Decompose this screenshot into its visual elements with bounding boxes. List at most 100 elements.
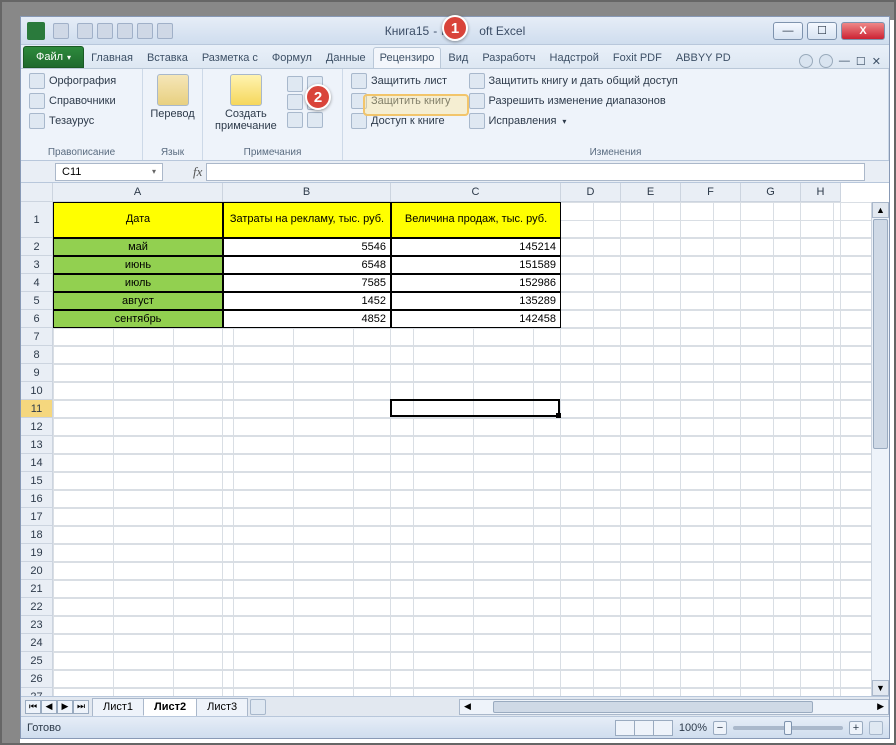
ribbon-options-icon[interactable] (819, 54, 833, 68)
cell-C3[interactable]: 151589 (391, 256, 561, 274)
view-layout-icon[interactable] (634, 720, 654, 736)
row-header-22[interactable]: 22 (21, 598, 52, 616)
row-header-24[interactable]: 24 (21, 634, 52, 652)
mdi-close-icon[interactable]: ✕ (872, 55, 881, 68)
col-header-A[interactable]: A (53, 183, 223, 201)
share-workbook-button[interactable]: Доступ к книге (349, 112, 453, 130)
tab-разметка с[interactable]: Разметка с (195, 47, 265, 68)
col-header-G[interactable]: G (741, 183, 801, 201)
undo-icon[interactable] (97, 23, 113, 39)
sheet-tab-Лист2[interactable]: Лист2 (143, 698, 197, 716)
tab-вставка[interactable]: Вставка (140, 47, 195, 68)
spelling-button[interactable]: Орфография (27, 72, 136, 90)
minimize-button[interactable]: — (773, 22, 803, 40)
row-header-13[interactable]: 13 (21, 436, 52, 454)
hscroll-thumb[interactable] (493, 701, 813, 713)
references-button[interactable]: Справочники (27, 92, 136, 110)
fx-label[interactable]: fx (189, 164, 206, 180)
vscroll-thumb[interactable] (873, 219, 888, 449)
hscroll-right-icon[interactable]: ▶ (873, 701, 888, 712)
row-header-1[interactable]: 1 (21, 202, 52, 238)
scroll-up-icon[interactable]: ▲ (872, 202, 889, 218)
row-header-14[interactable]: 14 (21, 454, 52, 472)
tab-рецензиро[interactable]: Рецензиро (373, 47, 442, 68)
new-sheet-icon[interactable] (250, 699, 266, 715)
mdi-min-icon[interactable]: — (839, 55, 850, 67)
row-header-10[interactable]: 10 (21, 382, 52, 400)
cell-B3[interactable]: 6548 (223, 256, 391, 274)
tab-надстрой[interactable]: Надстрой (543, 47, 606, 68)
redo-icon[interactable] (117, 23, 133, 39)
row-header-15[interactable]: 15 (21, 472, 52, 490)
col-header-F[interactable]: F (681, 183, 741, 201)
protect-sheet-button[interactable]: Защитить лист (349, 72, 453, 90)
worksheet-grid[interactable]: ABCDEFGH 1234567891011121314151617181920… (21, 183, 889, 696)
row-headers[interactable]: 1234567891011121314151617181920212223242… (21, 202, 53, 696)
vertical-scrollbar[interactable]: ▲ ▼ (871, 202, 889, 696)
row-header-5[interactable]: 5 (21, 292, 52, 310)
cell-A2[interactable]: май (53, 238, 223, 256)
cell-C1[interactable]: Величина продаж, тыс. руб. (391, 202, 561, 238)
thesaurus-button[interactable]: Тезаурус (27, 112, 136, 130)
mdi-restore-icon[interactable]: ☐ (856, 55, 866, 68)
cell-B6[interactable]: 4852 (223, 310, 391, 328)
row-header-4[interactable]: 4 (21, 274, 52, 292)
col-header-H[interactable]: H (801, 183, 841, 201)
cells-area[interactable]: ДатаЗатраты на рекламу, тыс. руб.Величин… (53, 202, 889, 696)
new-comment-button[interactable]: Создать примечание (209, 72, 283, 134)
column-headers[interactable]: ABCDEFGH (53, 183, 841, 202)
row-header-7[interactable]: 7 (21, 328, 52, 346)
scroll-down-icon[interactable]: ▼ (872, 680, 889, 696)
qat-more-icon[interactable] (137, 23, 153, 39)
close-button[interactable]: X (841, 22, 885, 40)
protect-and-share-button[interactable]: Защитить книгу и дать общий доступ (467, 72, 680, 90)
row-header-2[interactable]: 2 (21, 238, 52, 256)
cell-A1[interactable]: Дата (53, 202, 223, 238)
row-header-3[interactable]: 3 (21, 256, 52, 274)
horizontal-scrollbar[interactable]: ◀ ▶ (459, 699, 889, 715)
tab-foxit pdf[interactable]: Foxit PDF (606, 47, 669, 68)
name-box[interactable]: C11▾ (55, 163, 163, 181)
formula-input[interactable] (206, 163, 865, 181)
prev-comment-icon[interactable] (287, 94, 303, 110)
tab-главная[interactable]: Главная (84, 47, 140, 68)
sheet-nav-last-icon[interactable]: ⏭ (73, 700, 89, 714)
cell-A5[interactable]: август (53, 292, 223, 310)
col-header-E[interactable]: E (621, 183, 681, 201)
view-normal-icon[interactable] (615, 720, 635, 736)
track-changes-button[interactable]: Исправления▾ (467, 112, 680, 130)
cancel-formula-icon[interactable] (175, 164, 189, 180)
sheet-nav-first-icon[interactable]: ⏮ (25, 700, 41, 714)
cell-C5[interactable]: 135289 (391, 292, 561, 310)
row-header-20[interactable]: 20 (21, 562, 52, 580)
cell-A6[interactable]: сентябрь (53, 310, 223, 328)
row-header-8[interactable]: 8 (21, 346, 52, 364)
translate-button[interactable]: Перевод (149, 72, 196, 122)
row-header-27[interactable]: 27 (21, 688, 52, 696)
sheet-tab-Лист3[interactable]: Лист3 (196, 698, 248, 716)
row-header-23[interactable]: 23 (21, 616, 52, 634)
cell-C6[interactable]: 142458 (391, 310, 561, 328)
row-header-26[interactable]: 26 (21, 670, 52, 688)
row-header-18[interactable]: 18 (21, 526, 52, 544)
cell-B5[interactable]: 1452 (223, 292, 391, 310)
hscroll-left-icon[interactable]: ◀ (460, 701, 475, 712)
cell-C2[interactable]: 145214 (391, 238, 561, 256)
cell-B4[interactable]: 7585 (223, 274, 391, 292)
row-header-12[interactable]: 12 (21, 418, 52, 436)
zoom-slider[interactable] (733, 726, 843, 730)
cell-A4[interactable]: июль (53, 274, 223, 292)
cell-B1[interactable]: Затраты на рекламу, тыс. руб. (223, 202, 391, 238)
tab-формул[interactable]: Формул (265, 47, 319, 68)
qat-extra-icon[interactable] (157, 23, 173, 39)
fullscreen-icon[interactable] (869, 721, 883, 735)
tab-данные[interactable]: Данные (319, 47, 373, 68)
row-header-17[interactable]: 17 (21, 508, 52, 526)
cell-B2[interactable]: 5546 (223, 238, 391, 256)
sheet-tab-Лист1[interactable]: Лист1 (92, 698, 144, 716)
row-header-25[interactable]: 25 (21, 652, 52, 670)
sheet-nav-next-icon[interactable]: ▶ (57, 700, 73, 714)
select-all-corner[interactable] (21, 183, 53, 202)
view-pagebreak-icon[interactable] (653, 720, 673, 736)
sheet-nav-prev-icon[interactable]: ◀ (41, 700, 57, 714)
